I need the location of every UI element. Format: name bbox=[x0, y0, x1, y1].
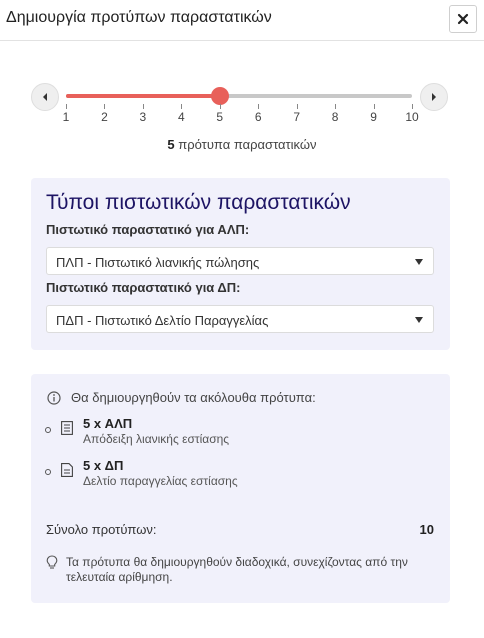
slider-fill bbox=[66, 94, 220, 98]
template-count-value: 5 bbox=[167, 137, 175, 152]
dp-credit-label: Πιστωτικό παραστατικό για ΔΠ: bbox=[46, 280, 241, 295]
chevron-down-icon bbox=[415, 317, 423, 323]
decrement-button[interactable] bbox=[31, 83, 59, 111]
slider-tick-label: 6 bbox=[254, 110, 262, 124]
document-icon bbox=[61, 463, 73, 477]
dp-credit-selected: ΠΔΠ - Πιστωτικό Δελτίο Παραγγελίας bbox=[56, 313, 269, 328]
info-icon bbox=[47, 390, 61, 405]
slider-tick-label: 1 bbox=[62, 110, 70, 124]
slider-tick-label: 8 bbox=[331, 110, 339, 124]
slider-thumb[interactable] bbox=[211, 88, 228, 104]
hint-text: Τα πρότυπα θα δημιουργηθούν διαδοχικά, σ… bbox=[66, 555, 408, 584]
alp-credit-select[interactable]: ΠΛΠ - Πιστωτικό λιανικής πώλησης bbox=[46, 247, 434, 275]
chevron-left-icon bbox=[43, 93, 47, 101]
slider-tick-label: 5 bbox=[216, 110, 224, 124]
total-value: 10 bbox=[419, 522, 434, 537]
template-count-suffix: πρότυπα παραστατικών bbox=[174, 137, 317, 152]
slider-tick bbox=[335, 104, 337, 109]
template-count-slider[interactable]: 1 2 3 4 5 6 7 8 9 10 bbox=[63, 88, 419, 124]
alp-credit-selected: ΠΛΠ - Πιστωτικό λιανικής πώλησης bbox=[56, 255, 260, 270]
summary-panel: Θα δημιουργηθούν τα ακόλουθα πρότυπα: 5 … bbox=[31, 374, 450, 603]
receipt-icon bbox=[61, 421, 73, 435]
slider-tick bbox=[258, 104, 260, 109]
item-subtitle: Δελτίο παραγγελίας εστίασης bbox=[83, 474, 238, 488]
bullet-icon bbox=[45, 469, 51, 475]
summary-info: Θα δημιουργηθούν τα ακόλουθα πρότυπα: bbox=[47, 390, 316, 405]
slider-tick-label: 2 bbox=[101, 110, 108, 124]
dialog-header: Δημιουργία προτύπων παραστατικών bbox=[0, 0, 484, 41]
dialog-title: Δημιουργία προτύπων παραστατικών bbox=[6, 9, 272, 26]
slider-tick bbox=[219, 104, 221, 109]
slider-tick bbox=[412, 104, 413, 109]
slider-tick bbox=[296, 104, 298, 109]
item-title: 5 x ΑΛΠ bbox=[83, 416, 133, 431]
item-subtitle: Απόδειξη λιανικής εστίασης bbox=[83, 432, 230, 446]
credit-types-heading: Τύποι πιστωτικών παραστατικών bbox=[46, 191, 351, 214]
chevron-down-icon bbox=[415, 259, 423, 265]
slider-tick-label: 3 bbox=[139, 110, 147, 124]
dp-credit-select[interactable]: ΠΔΠ - Πιστωτικό Δελτίο Παραγγελίας bbox=[46, 305, 434, 333]
list-item: 5 x ΑΛΠ Απόδειξη λιανικής εστίασης bbox=[45, 416, 425, 452]
bullet-icon bbox=[45, 427, 51, 433]
slider-tick-label: 4 bbox=[177, 110, 185, 124]
lightbulb-icon bbox=[46, 555, 58, 569]
slider-tick bbox=[66, 104, 67, 109]
slider-tick bbox=[142, 104, 144, 109]
alp-credit-label: Πιστωτικό παραστατικό για ΑΛΠ: bbox=[46, 222, 250, 237]
slider-tick bbox=[181, 104, 183, 109]
chevron-right-icon bbox=[432, 93, 436, 101]
slider-tick-label: 9 bbox=[370, 110, 377, 124]
summary-info-text: Θα δημιουργηθούν τα ακόλουθα πρότυπα: bbox=[71, 390, 316, 405]
item-title: 5 x ΔΠ bbox=[83, 458, 124, 473]
slider-tick-label: 7 bbox=[293, 110, 300, 124]
slider-tick bbox=[104, 104, 106, 109]
total-label: Σύνολο προτύπων: bbox=[46, 522, 157, 537]
increment-button[interactable] bbox=[420, 83, 448, 111]
list-item: 5 x ΔΠ Δελτίο παραγγελίας εστίασης bbox=[45, 458, 425, 494]
template-count-text: 5 πρότυπα παραστατικών bbox=[0, 137, 484, 152]
close-button[interactable] bbox=[449, 5, 477, 33]
close-icon bbox=[457, 13, 469, 25]
slider-tick bbox=[373, 104, 375, 109]
credit-types-panel: Τύποι πιστωτικών παραστατικών Πιστωτικό … bbox=[31, 178, 450, 350]
slider-tick-label: 10 bbox=[405, 110, 419, 124]
